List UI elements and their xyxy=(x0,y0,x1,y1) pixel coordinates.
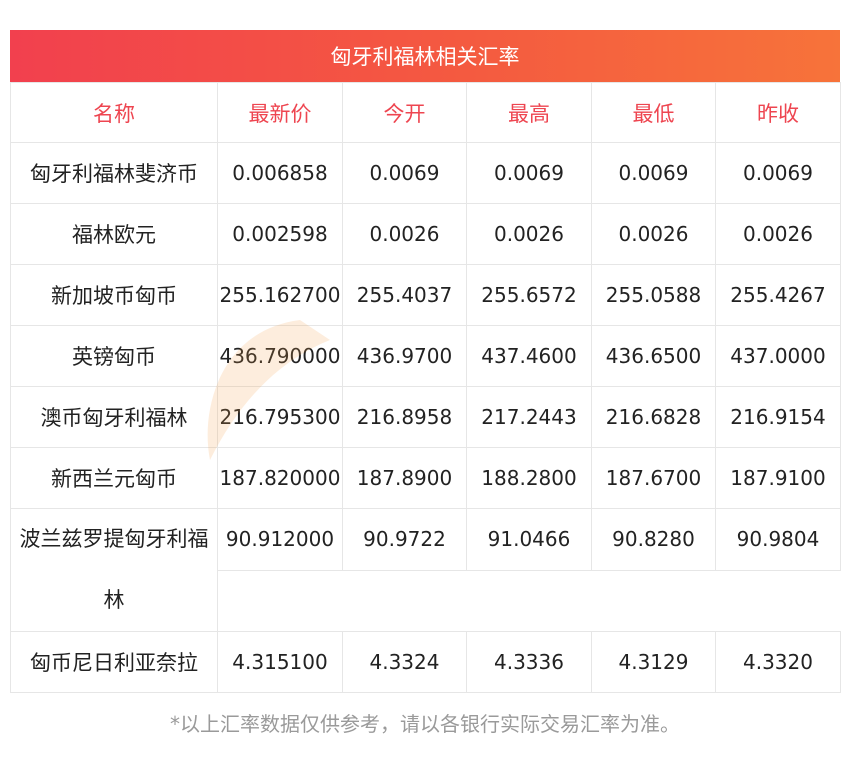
prev-close-value: 4.3320 xyxy=(715,631,841,693)
table-row: 新加坡币匈币 255.162700 255.4037 255.6572 255.… xyxy=(10,264,841,326)
pair-name: 波兰兹罗提匈牙利福林 xyxy=(10,508,218,632)
high-value: 4.3336 xyxy=(466,631,592,693)
latest-value: 90.912000 xyxy=(217,508,343,571)
table-row: 澳币匈牙利福林 216.795300 216.8958 217.2443 216… xyxy=(10,386,841,448)
pair-name: 澳币匈牙利福林 xyxy=(10,386,218,448)
open-value: 187.8900 xyxy=(342,447,467,509)
table-row: 新西兰元匈币 187.820000 187.8900 188.2800 187.… xyxy=(10,447,841,509)
table-row: 福林欧元 0.002598 0.0026 0.0026 0.0026 0.002… xyxy=(10,203,841,265)
high-value: 217.2443 xyxy=(466,386,592,448)
pair-name: 新加坡币匈币 xyxy=(10,264,218,326)
prev-close-value: 0.0026 xyxy=(715,203,841,265)
disclaimer-note: *以上汇率数据仅供参考，请以各银行实际交易汇率为准。 xyxy=(170,712,680,736)
low-value: 0.0026 xyxy=(591,203,716,265)
header-name: 名称 xyxy=(10,82,218,143)
open-value: 90.9722 xyxy=(342,508,467,571)
latest-value: 255.162700 xyxy=(217,264,343,326)
prev-close-value: 216.9154 xyxy=(715,386,841,448)
low-value: 436.6500 xyxy=(591,325,716,387)
latest-value: 187.820000 xyxy=(217,447,343,509)
high-value: 91.0466 xyxy=(466,508,592,571)
low-value: 0.0069 xyxy=(591,142,716,204)
header-high: 最高 xyxy=(466,82,592,143)
low-value: 216.6828 xyxy=(591,386,716,448)
high-value: 188.2800 xyxy=(466,447,592,509)
open-value: 436.9700 xyxy=(342,325,467,387)
high-value: 255.6572 xyxy=(466,264,592,326)
header-latest: 最新价 xyxy=(217,82,343,143)
table-row: 英镑匈币 436.790000 436.9700 437.4600 436.65… xyxy=(10,325,841,387)
pair-name: 福林欧元 xyxy=(10,203,218,265)
prev-close-value: 187.9100 xyxy=(715,447,841,509)
table-title: 匈牙利福林相关汇率 xyxy=(10,30,840,82)
prev-close-value: 255.4267 xyxy=(715,264,841,326)
latest-value: 436.790000 xyxy=(217,325,343,387)
latest-value: 0.002598 xyxy=(217,203,343,265)
high-value: 437.4600 xyxy=(466,325,592,387)
pair-name: 新西兰元匈币 xyxy=(10,447,218,509)
low-value: 4.3129 xyxy=(591,631,716,693)
low-value: 90.8280 xyxy=(591,508,716,571)
pair-name: 匈牙利福林斐济币 xyxy=(10,142,218,204)
low-value: 187.6700 xyxy=(591,447,716,509)
latest-value: 4.315100 xyxy=(217,631,343,693)
open-value: 255.4037 xyxy=(342,264,467,326)
table-row: 匈币尼日利亚奈拉 4.315100 4.3324 4.3336 4.3129 4… xyxy=(10,631,841,693)
latest-value: 0.006858 xyxy=(217,142,343,204)
exchange-rate-table: 名称 最新价 今开 最高 最低 昨收 匈牙利福林斐济币 0.006858 0.0… xyxy=(10,82,841,693)
latest-value: 216.795300 xyxy=(217,386,343,448)
open-value: 4.3324 xyxy=(342,631,467,693)
prev-close-value: 0.0069 xyxy=(715,142,841,204)
prev-close-value: 437.0000 xyxy=(715,325,841,387)
empty-cell xyxy=(217,569,841,632)
table-row: 匈牙利福林斐济币 0.006858 0.0069 0.0069 0.0069 0… xyxy=(10,142,841,204)
low-value: 255.0588 xyxy=(591,264,716,326)
header-prev-close: 昨收 xyxy=(715,82,841,143)
table-header-row: 名称 最新价 今开 最高 最低 昨收 xyxy=(10,82,841,143)
header-low: 最低 xyxy=(591,82,716,143)
high-value: 0.0026 xyxy=(466,203,592,265)
open-value: 216.8958 xyxy=(342,386,467,448)
header-open: 今开 xyxy=(342,82,467,143)
pair-name: 匈币尼日利亚奈拉 xyxy=(10,631,218,693)
table-row: 波兰兹罗提匈牙利福林 90.912000 90.9722 91.0466 90.… xyxy=(10,508,841,632)
open-value: 0.0026 xyxy=(342,203,467,265)
high-value: 0.0069 xyxy=(466,142,592,204)
open-value: 0.0069 xyxy=(342,142,467,204)
pair-name: 英镑匈币 xyxy=(10,325,218,387)
prev-close-value: 90.9804 xyxy=(715,508,841,571)
